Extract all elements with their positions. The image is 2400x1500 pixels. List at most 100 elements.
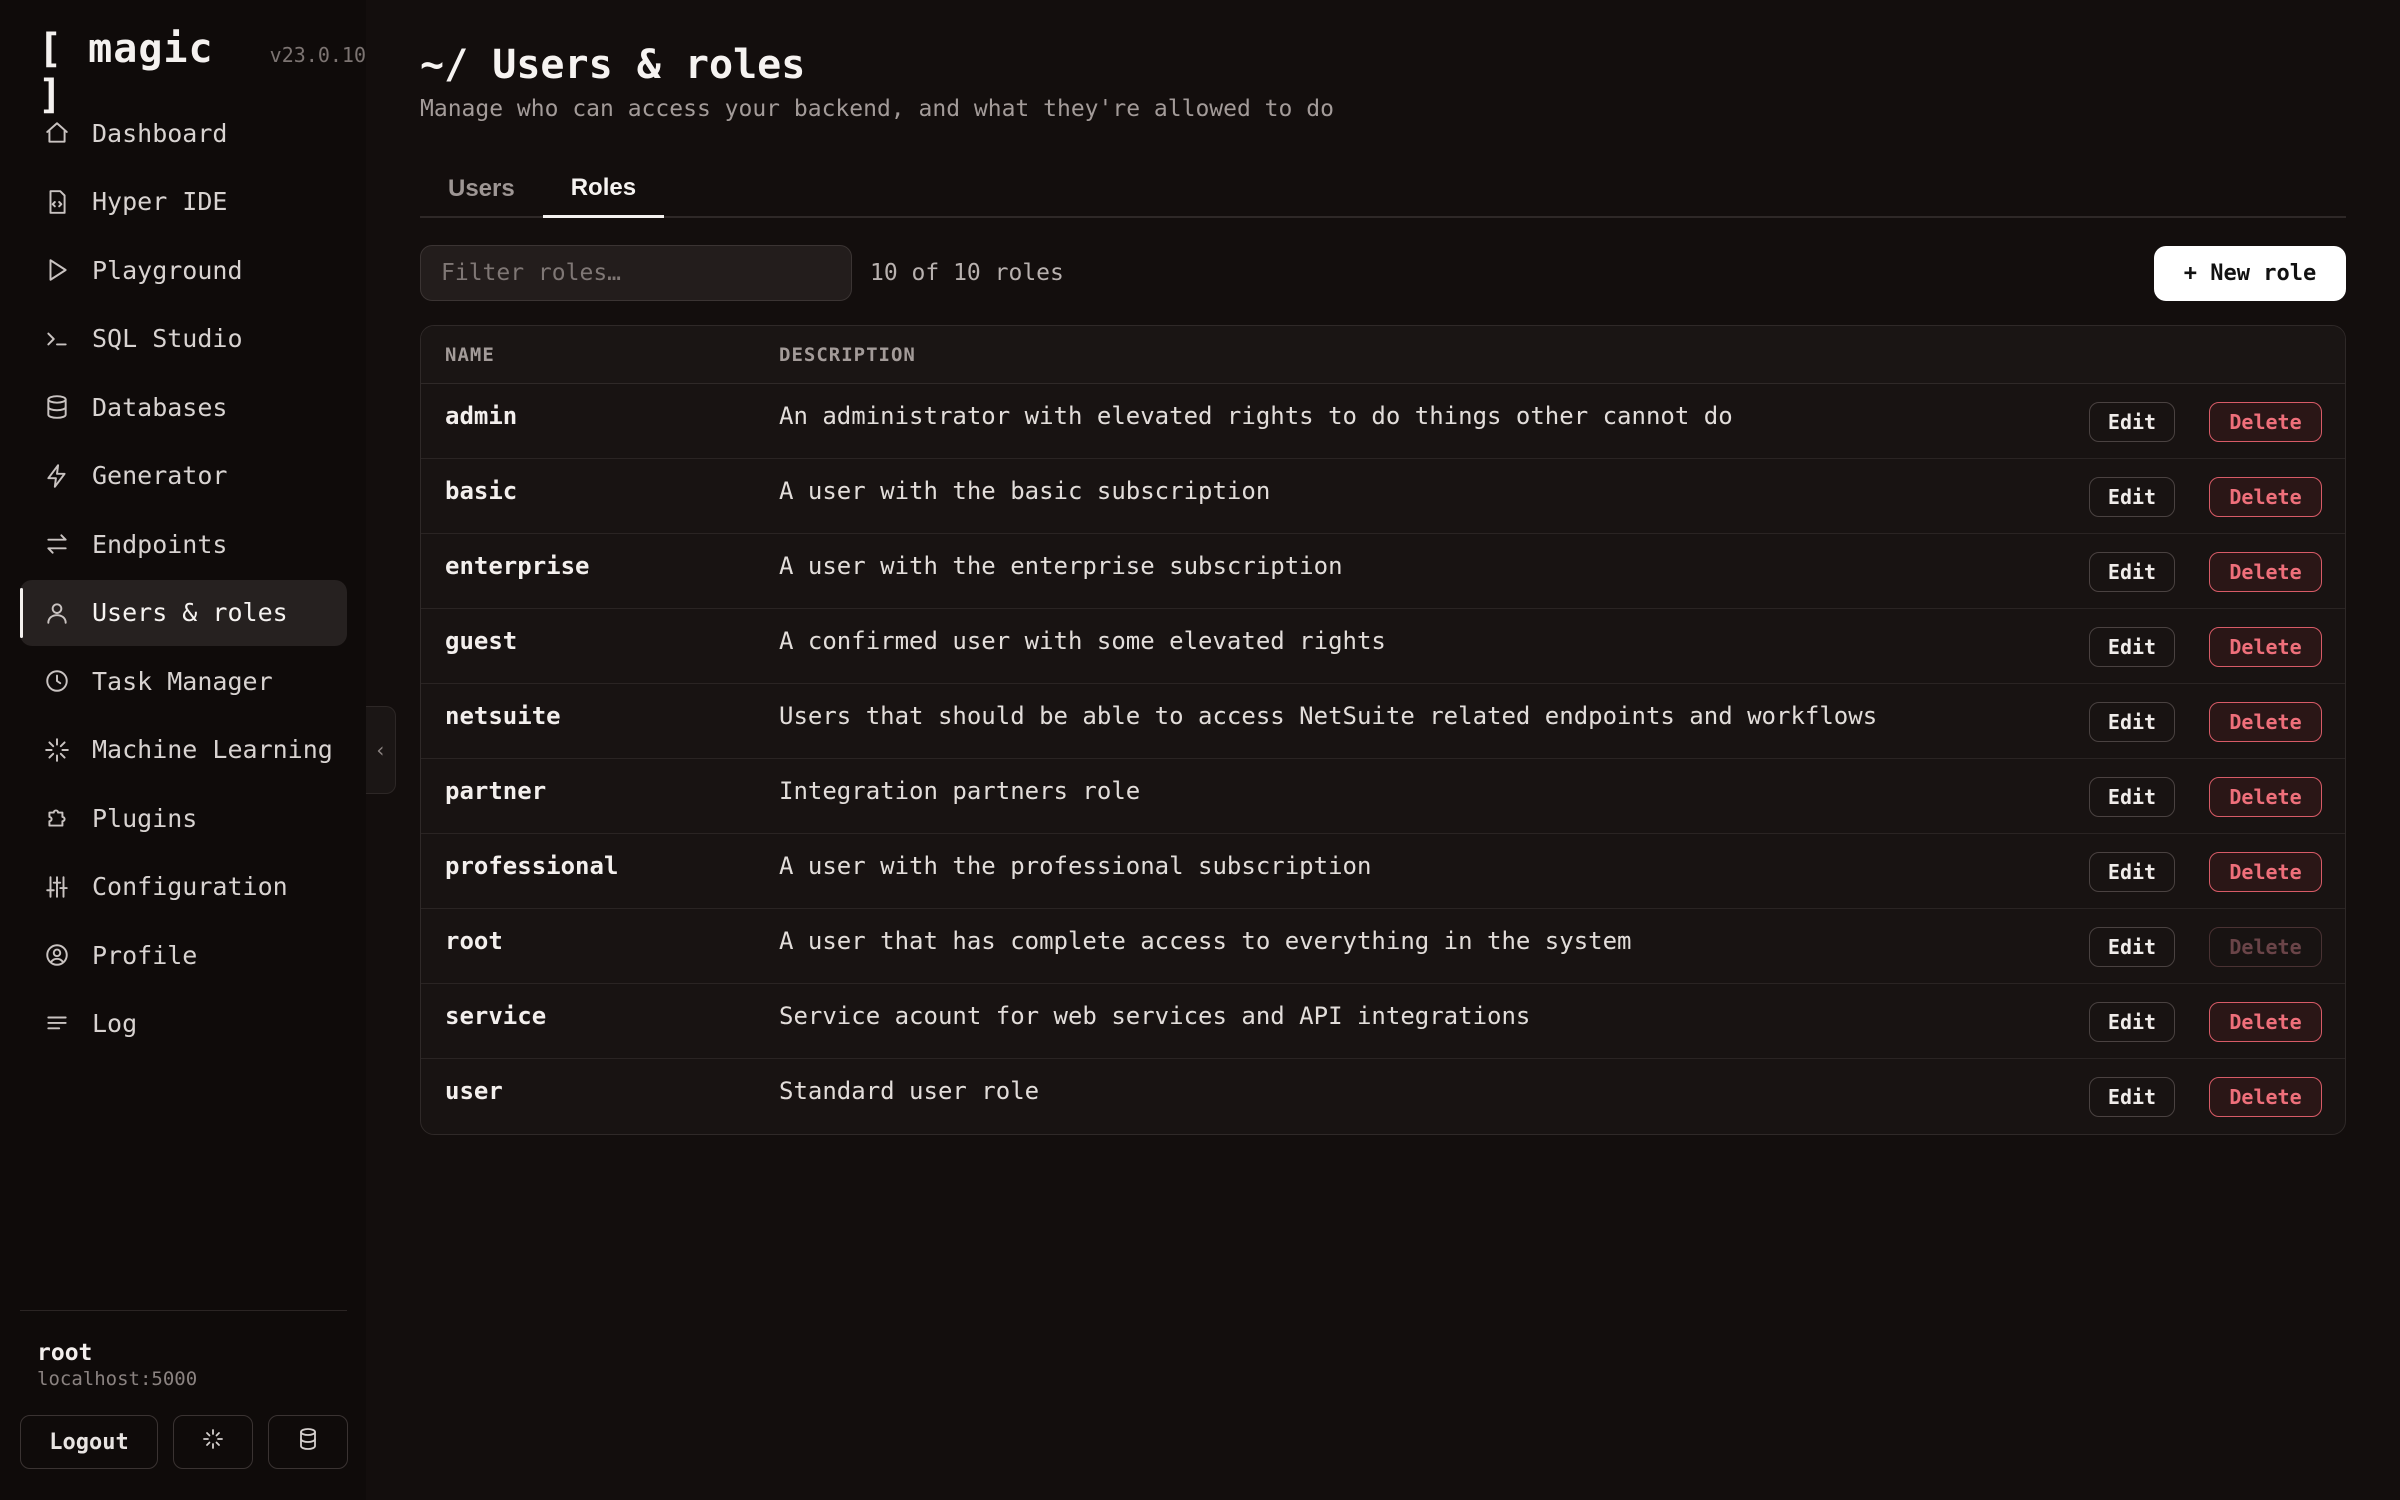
- sidebar-actions: Logout: [20, 1415, 348, 1469]
- sidebar-item-dashboard[interactable]: Dashboard: [20, 100, 347, 166]
- delete-role-button[interactable]: Delete: [2209, 627, 2322, 667]
- terminal-icon: [42, 324, 72, 354]
- role-description: Service acount for web services and API …: [779, 1002, 1531, 1030]
- logout-button[interactable]: Logout: [20, 1415, 158, 1469]
- delete-role-button[interactable]: Delete: [2209, 777, 2322, 817]
- delete-role-button[interactable]: Delete: [2209, 702, 2322, 742]
- sidebar-item-generator[interactable]: Generator: [20, 443, 347, 509]
- role-description: A user that has complete access to every…: [779, 927, 1632, 955]
- edit-role-button[interactable]: Edit: [2089, 927, 2175, 967]
- sidebar-divider: [20, 1310, 347, 1311]
- sparkle-icon: [42, 735, 72, 765]
- edit-role-button[interactable]: Edit: [2089, 702, 2175, 742]
- sidebar-item-databases[interactable]: Databases: [20, 374, 347, 440]
- sidebar-item-label: Playground: [92, 255, 243, 285]
- new-role-button[interactable]: + New role: [2154, 246, 2346, 301]
- sidebar-item-label: Generator: [92, 461, 228, 490]
- sidebar-item-endpoints[interactable]: Endpoints: [20, 511, 347, 577]
- user-icon: [42, 598, 72, 628]
- delete-role-button[interactable]: Delete: [2209, 477, 2322, 517]
- table-row: guest A confirmed user with some elevated…: [421, 609, 2345, 684]
- delete-role-button[interactable]: Delete: [2209, 852, 2322, 892]
- sidebar: [ magic ] v23.0.10 Dashboard Hyper IDE P…: [0, 0, 366, 1500]
- role-name: basic: [445, 477, 518, 505]
- edit-role-button[interactable]: Edit: [2089, 477, 2175, 517]
- table-row: netsuite Users that should be able to acc…: [421, 684, 2345, 759]
- puzzle-icon: [42, 803, 72, 833]
- table-row: partner Integration partners role Edit Dele…: [421, 759, 2345, 834]
- column-header-name: NAME: [445, 344, 495, 366]
- edit-role-button[interactable]: Edit: [2089, 777, 2175, 817]
- sidebar-item-label: Dashboard: [92, 118, 228, 148]
- sidebar-item-log[interactable]: Log: [20, 991, 347, 1057]
- page-title: ~/ Users & roles: [420, 42, 806, 88]
- table-header: NAME DESCRIPTION: [421, 326, 2345, 384]
- current-user-name: root: [37, 1340, 93, 1366]
- sidebar-item-users-roles[interactable]: Users & roles: [20, 579, 347, 646]
- sidebar-item-machine-learning[interactable]: Machine Learning: [20, 717, 347, 783]
- column-header-description: DESCRIPTION: [779, 344, 916, 366]
- delete-role-button[interactable]: Delete: [2209, 552, 2322, 592]
- role-description: A confirmed user with some elevated righ…: [779, 627, 1386, 655]
- delete-role-button[interactable]: Delete: [2209, 1077, 2322, 1117]
- clock-icon: [42, 666, 72, 696]
- sidebar-item-label: Machine Learning: [92, 735, 333, 764]
- table-row: professional A user with the professional…: [421, 834, 2345, 909]
- table-body: admin An administrator with elevated righ…: [421, 384, 2345, 1134]
- database-icon: [42, 392, 72, 422]
- sidebar-item-playground[interactable]: Playground: [20, 237, 347, 303]
- filter-roles-input[interactable]: [420, 245, 852, 301]
- edit-role-button[interactable]: Edit: [2089, 1077, 2175, 1117]
- sparkle-icon: [201, 1427, 225, 1457]
- table-row: enterprise A user with the enterprise sub…: [421, 534, 2345, 609]
- tab-bar: Users Roles: [420, 160, 2346, 218]
- chevron-left-icon: ‹: [374, 738, 387, 762]
- role-name: enterprise: [445, 552, 590, 580]
- version-label: v23.0.10: [269, 43, 366, 67]
- edit-role-button[interactable]: Edit: [2089, 1002, 2175, 1042]
- sidebar-nav: Dashboard Hyper IDE Playground SQL Studi…: [20, 100, 347, 1059]
- role-description: An administrator with elevated rights to…: [779, 402, 1733, 430]
- sidebar-item-label: Configuration: [92, 872, 288, 901]
- role-name: netsuite: [445, 702, 561, 730]
- delete-role-button[interactable]: Delete: [2209, 1002, 2322, 1042]
- role-description: A user with the basic subscription: [779, 477, 1271, 505]
- roles-table: NAME DESCRIPTION admin An administrator w…: [420, 325, 2346, 1135]
- sidebar-item-label: Profile: [92, 940, 198, 970]
- page-subtitle: Manage who can access your backend, and …: [420, 96, 1334, 122]
- sidebar-collapse-handle[interactable]: ‹: [366, 706, 396, 794]
- table-row: user Standard user role Edit Delete: [421, 1059, 2345, 1134]
- sidebar-item-hyper-ide[interactable]: Hyper IDE: [20, 169, 347, 235]
- role-name: professional: [445, 852, 619, 880]
- database-icon: [296, 1427, 320, 1457]
- delete-role-button[interactable]: Delete: [2209, 402, 2322, 442]
- role-name: partner: [445, 777, 547, 805]
- sidebar-item-task-manager[interactable]: Task Manager: [20, 648, 347, 714]
- edit-role-button[interactable]: Edit: [2089, 552, 2175, 592]
- theme-toggle-button[interactable]: [173, 1415, 253, 1469]
- sidebar-item-configuration[interactable]: Configuration: [20, 854, 347, 920]
- tab-roles[interactable]: Roles: [542, 160, 665, 218]
- table-row: admin An administrator with elevated righ…: [421, 384, 2345, 459]
- role-description: Standard user role: [779, 1077, 1040, 1105]
- sidebar-item-label: SQL Studio: [92, 324, 243, 353]
- sidebar-item-profile[interactable]: Profile: [20, 922, 347, 988]
- role-description: Users that should be able to access NetS…: [779, 702, 1878, 730]
- sidebar-item-sql-studio[interactable]: SQL Studio: [20, 306, 347, 372]
- role-description: A user with the professional subscriptio…: [779, 852, 1372, 880]
- current-host: localhost:5000: [37, 1368, 198, 1390]
- edit-role-button[interactable]: Edit: [2089, 627, 2175, 667]
- sidebar-item-label: Users & roles: [92, 598, 288, 627]
- edit-role-button[interactable]: Edit: [2089, 402, 2175, 442]
- arrows-icon: [42, 529, 72, 559]
- database-button[interactable]: [268, 1415, 348, 1469]
- role-name: service: [445, 1002, 547, 1030]
- sidebar-item-label: Databases: [92, 392, 228, 422]
- code-file-icon: [42, 187, 72, 217]
- tab-users[interactable]: Users: [420, 160, 543, 218]
- play-icon: [42, 255, 72, 285]
- role-name: guest: [445, 627, 518, 655]
- edit-role-button[interactable]: Edit: [2089, 852, 2175, 892]
- table-row: service Service acount for web services a…: [421, 984, 2345, 1059]
- sidebar-item-plugins[interactable]: Plugins: [20, 785, 347, 851]
